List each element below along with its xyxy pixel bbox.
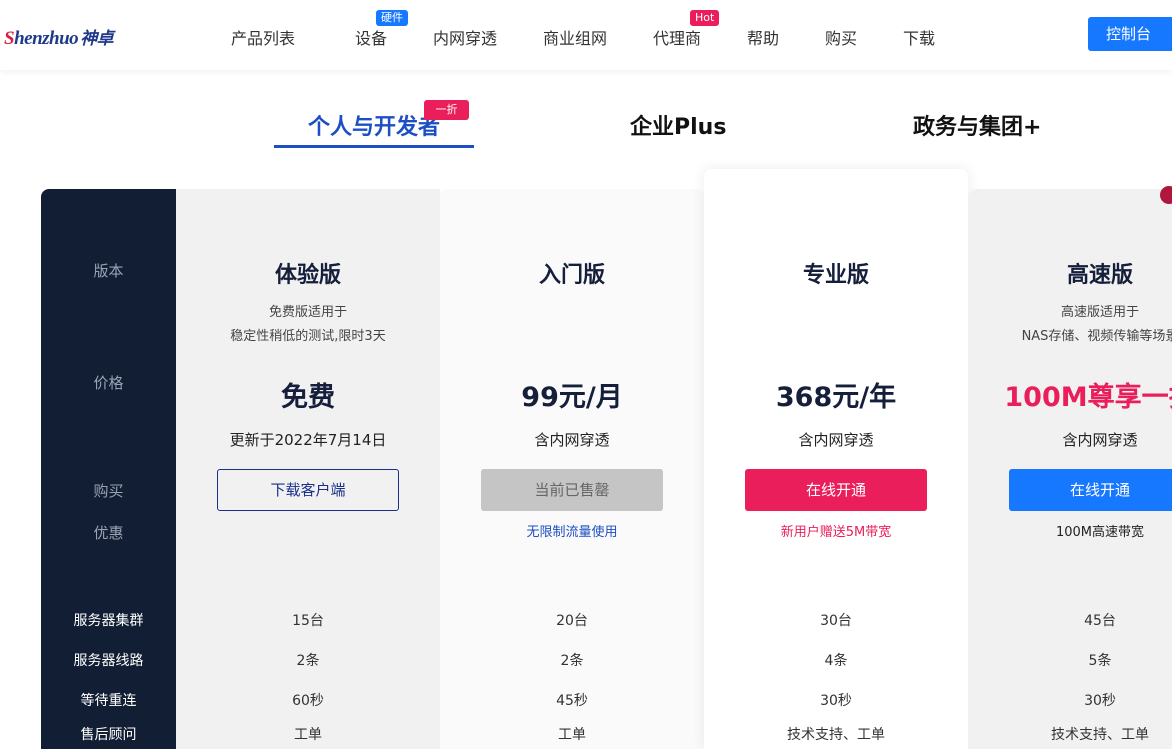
tab-enterprise-plus[interactable]: 企业Plus xyxy=(630,109,726,141)
download-client-button[interactable]: 下载客户端 xyxy=(217,469,399,511)
label-server-cluster: 服务器集群 xyxy=(73,613,144,629)
feat-server-lines: 4条 xyxy=(824,653,848,669)
badge-hot: Hot xyxy=(690,10,720,26)
plan-card-trial: 体验版 免费版适用于 稳定性稍低的测试,限时3天 免费 更新于2022年7月14… xyxy=(176,189,440,749)
feat-server-lines: 2条 xyxy=(296,653,320,669)
plan-name: 入门版 xyxy=(538,263,605,288)
plan-price: 免费 xyxy=(281,382,335,413)
feat-server-cluster: 20台 xyxy=(556,613,588,629)
label-server-lines: 服务器线路 xyxy=(73,653,144,669)
badge-hardware: 硬件 xyxy=(376,10,408,26)
corner-decoration-dot xyxy=(1160,186,1172,204)
feat-reconnect-wait: 45秒 xyxy=(556,693,588,709)
pricing-label-column: 版本 价格 购买 优惠 服务器集群 服务器线路 等待重连 售后顾问 xyxy=(41,189,176,749)
nav-item-help[interactable]: 帮助 xyxy=(747,25,779,49)
feat-reconnect-wait: 60秒 xyxy=(292,693,324,709)
brand-logo[interactable]: Shenzhuo 神卓 xyxy=(4,24,114,50)
nav-item-agents[interactable]: 代理商 xyxy=(653,25,701,49)
plan-subtitle: 含内网穿透 xyxy=(1062,431,1138,449)
feat-after-sales: 工单 xyxy=(558,727,586,743)
feat-reconnect-wait: 30秒 xyxy=(1084,693,1116,709)
plan-price: 100M尊享一折 xyxy=(1004,382,1172,413)
nav-item-business-network[interactable]: 商业组网 xyxy=(543,25,607,49)
nav-item-download[interactable]: 下载 xyxy=(903,25,935,49)
sold-out-button[interactable]: 当前已售罄 xyxy=(481,469,663,511)
feat-after-sales: 工单 xyxy=(294,727,322,743)
plan-desc-line1: 免费版适用于 xyxy=(268,305,347,320)
plan-name: 体验版 xyxy=(274,263,341,288)
plan-promo: 新用户赠送5M带宽 xyxy=(780,525,892,540)
plan-price: 368元/年 xyxy=(775,382,897,413)
logo-initial: S xyxy=(4,28,15,49)
feat-server-cluster: 45台 xyxy=(1084,613,1116,629)
nav-item-products[interactable]: 产品列表 xyxy=(231,25,295,49)
feat-server-cluster: 30台 xyxy=(820,613,852,629)
active-tab-underline xyxy=(274,145,474,148)
open-online-button[interactable]: 在线开通 xyxy=(745,469,927,511)
plan-price: 99元/月 xyxy=(521,382,623,413)
plan-promo: 无限制流量使用 xyxy=(526,525,618,540)
feat-after-sales: 技术支持、工单 xyxy=(1051,727,1149,743)
logo-cn: 神卓 xyxy=(80,29,114,49)
feat-server-lines: 2条 xyxy=(560,653,584,669)
plan-card-highspeed-inner: 高速版 高速版适用于 NAS存储、视频传输等场景 100M尊享一折 含内网穿透 … xyxy=(968,189,1172,749)
label-buy: 购买 xyxy=(93,482,124,500)
feat-after-sales: 技术支持、工单 xyxy=(787,727,885,743)
plan-card-highspeed: 高速版 高速版适用于 NAS存储、视频传输等场景 100M尊享一折 含内网穿透 … xyxy=(968,189,1172,749)
plan-desc-line2: NAS存储、视频传输等场景 xyxy=(1021,329,1172,344)
nav-item-devices[interactable]: 设备 xyxy=(355,25,387,49)
plan-subtitle: 更新于2022年7月14日 xyxy=(229,431,387,449)
tab-personal-developer[interactable]: 个人与开发者 xyxy=(308,109,440,141)
tab-government-group[interactable]: 政务与集团+ xyxy=(913,109,1041,141)
console-button[interactable]: 控制台 xyxy=(1088,17,1172,51)
label-version: 版本 xyxy=(93,262,124,280)
plan-desc-line2: 稳定性稍低的测试,限时3天 xyxy=(230,329,386,344)
feat-server-lines: 5条 xyxy=(1088,653,1112,669)
open-online-button[interactable]: 在线开通 xyxy=(1009,469,1172,511)
feat-reconnect-wait: 30秒 xyxy=(820,693,852,709)
nav-item-buy[interactable]: 购买 xyxy=(825,25,857,49)
plan-card-starter: 入门版 99元/月 含内网穿透 当前已售罄 无限制流量使用 20台 2条 45秒… xyxy=(440,189,704,749)
plan-desc-line1: 高速版适用于 xyxy=(1060,305,1139,320)
nav-item-tunnel[interactable]: 内网穿透 xyxy=(433,25,497,49)
plan-name: 专业版 xyxy=(802,263,869,288)
plan-card-pro: 专业版 368元/年 含内网穿透 在线开通 新用户赠送5M带宽 30台 4条 3… xyxy=(704,169,968,749)
plan-subtitle: 含内网穿透 xyxy=(534,431,610,449)
label-reconnect-wait: 等待重连 xyxy=(80,693,137,709)
plan-promo: 100M高速带宽 xyxy=(1055,525,1145,540)
label-price: 价格 xyxy=(93,374,124,392)
plan-subtitle: 含内网穿透 xyxy=(798,431,874,449)
tab-discount-badge: 一折 xyxy=(424,100,469,120)
plan-name: 高速版 xyxy=(1066,263,1133,288)
label-promo: 优惠 xyxy=(93,524,124,542)
logo-latin-rest: henzhuo xyxy=(14,28,79,49)
label-after-sales: 售后顾问 xyxy=(80,727,137,743)
top-header: Shenzhuo 神卓 产品列表 设备 硬件 内网穿透 商业组网 代理商 Hot … xyxy=(0,0,1172,70)
feat-server-cluster: 15台 xyxy=(292,613,324,629)
